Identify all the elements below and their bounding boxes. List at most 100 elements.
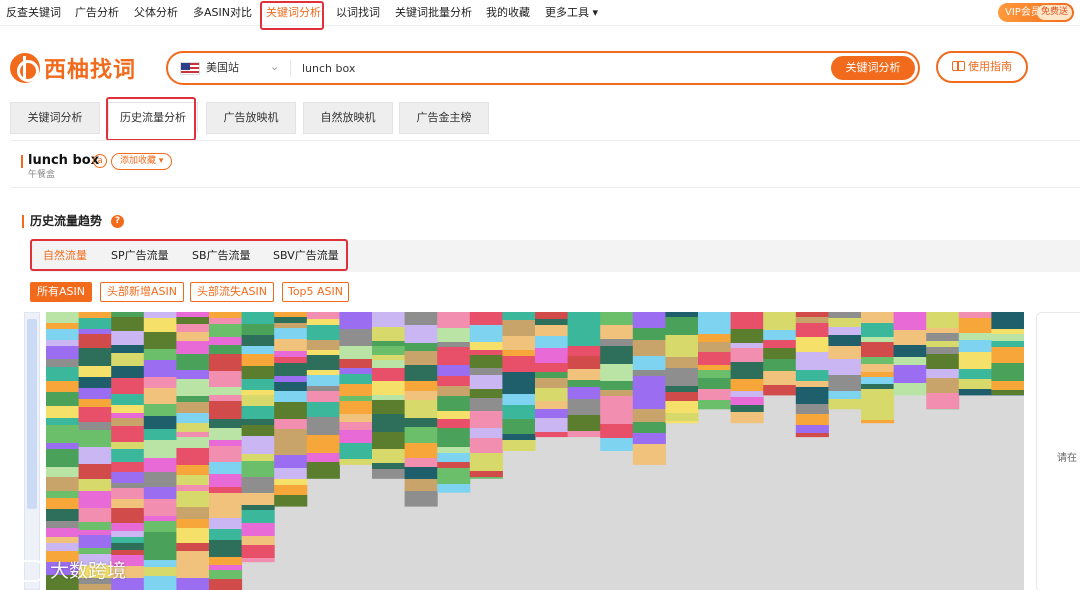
chevron-down-icon[interactable]: ⌄ — [270, 59, 279, 75]
tab-sbv-ad-traffic[interactable]: SBV广告流量 — [273, 248, 339, 264]
chart-segment — [404, 391, 438, 400]
chart-segment — [437, 411, 471, 419]
tab-ad-projector[interactable]: 广告放映机 — [206, 102, 296, 134]
chart-segment — [795, 312, 829, 317]
chart-segment — [78, 329, 112, 334]
search-input[interactable] — [302, 59, 802, 78]
chart-segment — [176, 475, 210, 485]
filter-new-top-asin[interactable]: 头部新增ASIN — [100, 282, 184, 302]
chart-segment — [176, 354, 210, 370]
chart-segment — [665, 392, 699, 401]
tab-history-traffic[interactable]: 历史流量分析 — [108, 102, 198, 134]
logo-text: 西柚找词 — [44, 58, 137, 83]
chart-segment — [404, 365, 438, 381]
chart-segment — [111, 405, 145, 413]
chart-segment — [404, 312, 438, 325]
chart-segment — [893, 383, 927, 396]
chart-segment — [143, 318, 177, 332]
nav-item-more-tools[interactable]: 更多工具 ▾ — [545, 4, 598, 22]
chart-segment — [632, 376, 666, 393]
chart-segment — [176, 332, 210, 341]
chart-segment — [632, 455, 666, 465]
keyword-title: lunch box — [28, 153, 100, 168]
help-icon[interactable]: ? — [111, 215, 124, 228]
site-selector-label[interactable]: 美国站 — [206, 60, 239, 76]
chart-segment — [143, 516, 177, 521]
chart-segment — [306, 386, 340, 391]
chart-segment — [46, 443, 80, 449]
keyword-analysis-button[interactable]: 关键词分析 — [831, 56, 915, 80]
logo[interactable]: 西柚找词 — [10, 52, 136, 84]
chart-segment — [795, 352, 829, 370]
chart-segment — [730, 397, 764, 405]
chart-segment — [46, 528, 80, 537]
chart-segment — [502, 350, 536, 356]
chart-segment — [600, 396, 634, 409]
chart-segment — [306, 355, 340, 370]
chart-segment — [828, 335, 862, 346]
chart-segment — [241, 324, 275, 335]
filter-all-asin[interactable]: 所有ASIN — [30, 282, 92, 302]
chart-segment — [372, 327, 406, 341]
tab-organic-projector[interactable]: 自然放映机 — [303, 102, 393, 134]
chart-segment — [730, 343, 764, 348]
nav-item-ad-analysis[interactable]: 广告分析 — [75, 4, 119, 22]
chart-segment — [176, 324, 210, 332]
chart-segment — [404, 351, 438, 365]
add-favorite-button[interactable]: 添加收藏 ▾ — [111, 153, 173, 170]
chart-segment — [143, 487, 177, 499]
nav-item-word-to-word[interactable]: 以词找词 — [336, 4, 380, 22]
nav-item-multi-asin-compare[interactable]: 多ASIN对比 — [193, 4, 252, 22]
chart-segment — [339, 312, 373, 329]
chart-segment — [274, 479, 308, 485]
chart-segment — [143, 416, 177, 429]
chart-segment — [274, 339, 308, 351]
filter-lost-top-asin[interactable]: 头部流失ASIN — [190, 282, 274, 302]
amazon-icon[interactable]: a — [93, 154, 107, 168]
user-guide-button[interactable]: 使用指南 — [936, 51, 1028, 83]
chart-segment — [143, 440, 177, 458]
chart-segment — [893, 330, 927, 345]
chart-segment — [600, 438, 634, 451]
chart-segment — [991, 390, 1024, 395]
chart-segment — [209, 446, 243, 462]
nav-item-reverse-keyword[interactable]: 反查关键词 — [6, 4, 61, 22]
chart-segment — [274, 455, 308, 468]
chart-segment — [306, 417, 340, 435]
chart-segment — [795, 414, 829, 425]
chart-segment — [730, 329, 764, 343]
nav-item-batch-keyword[interactable]: 关键词批量分析 — [395, 4, 472, 22]
nav-item-keyword-analysis[interactable]: 关键词分析 — [266, 4, 321, 22]
chart-segment — [143, 521, 177, 532]
chart-segment — [795, 425, 829, 433]
nav-item-favorites[interactable]: 我的收藏 — [486, 4, 530, 22]
tab-sp-ad-traffic[interactable]: SP广告流量 — [111, 248, 169, 264]
chart-segment — [437, 462, 471, 468]
chart-segment — [926, 333, 960, 341]
chart-segment — [241, 379, 275, 390]
tab-organic-traffic[interactable]: 自然流量 — [43, 248, 87, 264]
tab-ad-sponsor-rank[interactable]: 广告金主榜 — [399, 102, 489, 134]
nav-item-parent-analysis[interactable]: 父体分析 — [134, 4, 178, 22]
chart-scrollbar[interactable] — [24, 312, 40, 590]
chart-segment — [78, 548, 112, 554]
traffic-stream-chart[interactable] — [46, 312, 1024, 590]
traffic-type-tabs: 自然流量 SP广告流量 SB广告流量 SBV广告流量 — [30, 240, 1080, 272]
chart-segment — [372, 469, 406, 479]
chart-segment — [46, 467, 80, 477]
chart-segment — [795, 337, 829, 352]
vip-badge[interactable]: VIP会员 免费送 — [998, 3, 1074, 22]
chart-segment — [861, 384, 895, 389]
tab-sb-ad-traffic[interactable]: SB广告流量 — [192, 248, 251, 264]
chart-segment — [143, 377, 177, 388]
chart-segment — [46, 449, 80, 467]
tab-keyword-analysis[interactable]: 关键词分析 — [10, 102, 100, 134]
chart-segment — [241, 354, 275, 366]
filter-top5-asin[interactable]: Top5 ASIN — [282, 282, 349, 302]
chart-segment — [111, 462, 145, 472]
chart-segment — [111, 523, 145, 531]
chart-scroll-thumb[interactable] — [27, 319, 37, 509]
chart-segment — [404, 427, 438, 443]
chart-segment — [176, 423, 210, 432]
chart-segment — [274, 370, 308, 376]
